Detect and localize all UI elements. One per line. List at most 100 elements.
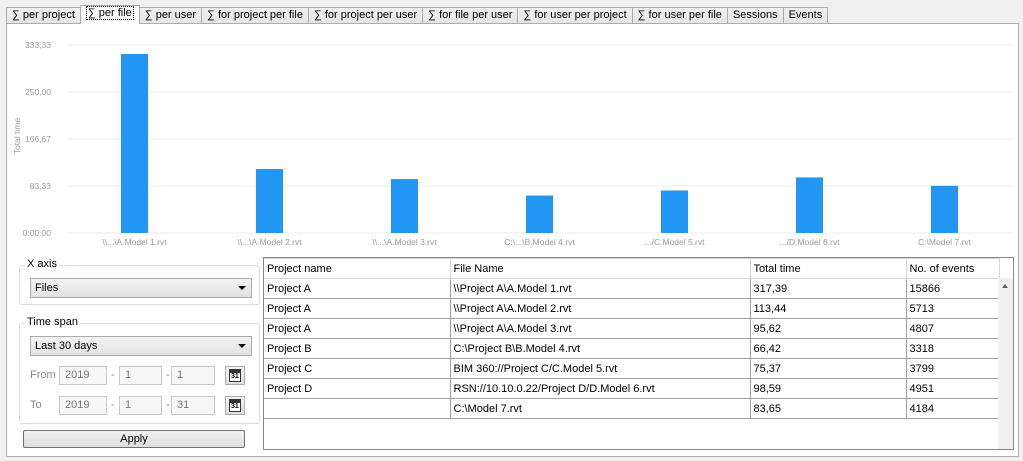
from-calendar-button[interactable]: 31	[225, 366, 245, 385]
from-label: From	[30, 369, 56, 381]
table-row[interactable]: Project A \\Project A\A.Model 2.rvt 113,44…	[264, 298, 1000, 319]
to-year-field[interactable]: 2019	[59, 396, 107, 415]
y-tick-label: 166,67	[25, 134, 51, 144]
x-axis-selected-value: Files	[35, 282, 59, 294]
tab-per-file[interactable]: ∑ per file	[79, 5, 140, 24]
table-cell: \\Project A\A.Model 1.rvt	[449, 278, 751, 299]
x-axis-group: X axis Files	[19, 258, 260, 305]
column-header[interactable]: Total time	[749, 258, 907, 279]
table-cell: 3318	[905, 338, 1000, 359]
table-row[interactable]: Project A \\Project A\A.Model 1.rvt 317,39…	[264, 278, 1000, 299]
table-cell: Project C	[264, 358, 451, 379]
to-label: To	[30, 399, 42, 411]
table-cell: 5713	[905, 298, 1000, 319]
table-cell: Project A	[264, 278, 451, 299]
vertical-scrollbar[interactable]	[998, 278, 1013, 449]
x-axis-group-title: X axis	[25, 258, 59, 270]
table-cell: 4184	[905, 398, 1000, 419]
date-separator: -	[166, 369, 170, 381]
x-tick-label: \\...\A.Model 2.rvt	[237, 237, 302, 247]
tab-per-project[interactable]: ∑ per project	[6, 7, 81, 24]
table-cell: 15866	[905, 278, 1000, 299]
table-cell: C:\Project B\B.Model 4.rvt	[449, 338, 751, 359]
table-cell: 83,65	[749, 398, 907, 419]
column-header[interactable]: File Name	[449, 258, 751, 279]
y-tick-label: 0:00:00	[23, 228, 52, 238]
x-tick-label: C:\...\B.Model 4.rvt	[504, 237, 575, 247]
table-body: Project A \\Project A\A.Model 1.rvt 317,39…	[264, 278, 1000, 419]
apply-button[interactable]: Apply	[23, 430, 245, 448]
tab-per-user[interactable]: ∑ per user	[138, 7, 203, 24]
table-cell: 317,39	[749, 278, 907, 299]
y-tick-label: 333,33	[25, 40, 51, 50]
from-day-field[interactable]: 1	[171, 366, 215, 385]
table-cell: 4951	[905, 378, 1000, 399]
table-row[interactable]: Project A \\Project A\A.Model 3.rvt 95,62 4…	[264, 318, 1000, 339]
table-cell: 66,42	[749, 338, 907, 359]
bar[interactable]	[391, 179, 418, 233]
table-row[interactable]: Project C BIM 360://Project C/C.Model 5.r…	[264, 358, 1000, 379]
bar[interactable]	[121, 53, 148, 233]
tab-events[interactable]: Events	[782, 7, 829, 24]
from-year-field[interactable]: 2019	[59, 366, 107, 385]
table-cell	[264, 398, 451, 419]
y-tick-label: 250,00	[25, 87, 51, 97]
table-row[interactable]: Project B C:\Project B\B.Model 4.rvt 66,42…	[264, 338, 1000, 359]
tab-panel-per-file: 0:00:00 83,33 166,67 250,00 333,33 \\...\A.Mo…	[6, 23, 1019, 457]
table-row[interactable]: Project D RSN://10.10.0.22/Project D/D.Mo…	[264, 378, 1000, 399]
table-cell: RSN://10.10.0.22/Project D/D.Model 6.rvt	[449, 378, 751, 399]
tab-for-file-per-user[interactable]: ∑ for file per user	[422, 7, 519, 24]
date-separator: -	[111, 369, 115, 381]
bar[interactable]	[256, 169, 283, 233]
table-cell: C:\Model 7.rvt	[449, 398, 751, 419]
table-cell: \\Project A\A.Model 3.rvt	[449, 318, 751, 339]
calendar-icon: 31	[229, 369, 241, 382]
table-cell: 95,62	[749, 318, 907, 339]
time-span-group-title: Time span	[25, 316, 80, 328]
x-tick-label: .../D.Model 6.rvt	[780, 237, 841, 247]
table-row[interactable]: C:\Model 7.rvt 83,65 4184	[264, 398, 1000, 419]
tab-sessions[interactable]: Sessions	[726, 7, 784, 24]
tab-for-user-per-project[interactable]: ∑ for user per project	[517, 7, 633, 24]
x-tick-label: .../C.Model 5.rvt	[645, 237, 706, 247]
table-cell: 98,59	[749, 378, 907, 399]
date-separator: -	[166, 399, 170, 411]
scroll-up-arrow-icon[interactable]	[1002, 284, 1008, 288]
time-span-group: Time span Last 30 days From 2019 - 1 - 1…	[19, 316, 260, 424]
tab-strip: ∑ per project ∑ per file ∑ per user ∑ for p…	[6, 5, 829, 24]
tab-for-project-per-user[interactable]: ∑ for project per user	[307, 7, 424, 24]
table-cell: \\Project A\A.Model 2.rvt	[449, 298, 751, 319]
table-cell: Project D	[264, 378, 451, 399]
date-separator: -	[111, 399, 115, 411]
x-tick-label: C:\Model 7.rvt	[918, 237, 972, 247]
table-cell: Project B	[264, 338, 451, 359]
table-cell: 4807	[905, 318, 1000, 339]
tab-for-project-per-file[interactable]: ∑ for project per file	[201, 7, 309, 24]
table-cell: 75,37	[749, 358, 907, 379]
table-cell: BIM 360://Project C/C.Model 5.rvt	[449, 358, 751, 379]
tab-for-user-per-file[interactable]: ∑ for user per file	[631, 7, 728, 24]
bar[interactable]	[526, 195, 553, 233]
to-day-field[interactable]: 31	[171, 396, 215, 415]
bar-chart: 0:00:00 83,33 166,67 250,00 333,33 \\...\A.Mo…	[12, 40, 1012, 247]
time-span-select[interactable]: Last 30 days	[30, 336, 252, 356]
column-header[interactable]: No. of events	[905, 258, 1000, 279]
table-header-row: Project name File Name Total time No. of ev…	[264, 258, 1000, 279]
calendar-icon: 31	[229, 399, 241, 412]
table-cell: 3799	[905, 358, 1000, 379]
table-cell: Project A	[264, 298, 451, 319]
bar[interactable]	[931, 185, 958, 233]
to-month-field[interactable]: 1	[119, 396, 162, 415]
data-grid: Project name File Name Total time No. of ev…	[263, 257, 1014, 450]
x-axis-select[interactable]: Files	[30, 278, 252, 298]
chevron-down-icon	[238, 344, 246, 348]
from-month-field[interactable]: 1	[119, 366, 162, 385]
bar[interactable]	[661, 190, 688, 233]
time-span-selected-value: Last 30 days	[35, 340, 98, 352]
to-calendar-button[interactable]: 31	[225, 396, 245, 415]
x-tick-label: \\...\A.Model 3.rvt	[372, 237, 437, 247]
table-cell: 113,44	[749, 298, 907, 319]
bar[interactable]	[796, 177, 823, 233]
y-tick-label: 83,33	[30, 181, 52, 191]
column-header[interactable]: Project name	[264, 258, 451, 279]
